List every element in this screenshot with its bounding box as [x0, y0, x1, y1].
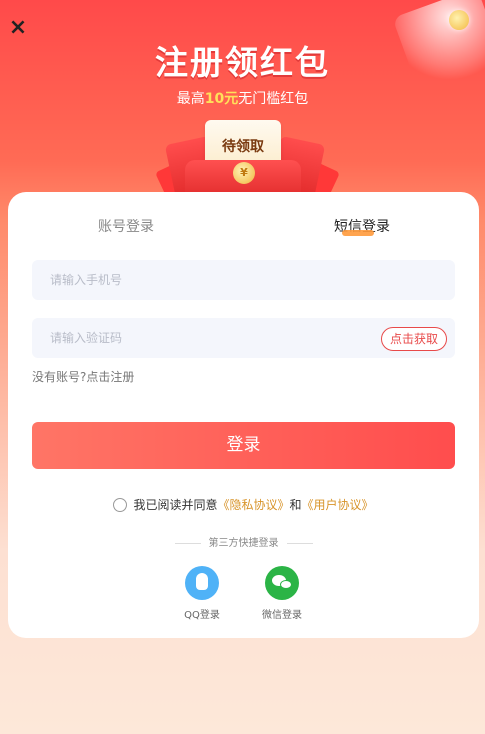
wechat-icon[interactable]: [265, 566, 299, 600]
subtitle-suffix: 无门槛红包: [238, 91, 309, 107]
register-link[interactable]: 没有账号?点击注册: [32, 368, 134, 385]
phone-input[interactable]: [32, 260, 455, 300]
active-tab-indicator: [342, 230, 374, 236]
phone-field[interactable]: [32, 260, 455, 300]
agree-checkbox[interactable]: [113, 498, 128, 512]
page-title: 注册领红包: [155, 43, 330, 82]
user-agreement-link[interactable]: 《用户协议》: [302, 498, 374, 512]
code-field[interactable]: 点击获取: [32, 318, 455, 358]
third-party-divider: 第三方快捷登录: [8, 534, 479, 549]
login-button[interactable]: 登录: [32, 422, 455, 469]
login-card: 账号登录 短信登录 点击获取 没有账号?点击注册 登录 我已阅读并同意《隐私协议…: [8, 192, 479, 638]
qq-login-button[interactable]: QQ登录: [172, 566, 232, 621]
agreement-and: 和: [289, 498, 302, 512]
login-tabs: 账号登录 短信登录: [8, 216, 479, 242]
coin-icon: [449, 10, 469, 30]
yuan-coin-icon: ¥: [233, 162, 255, 184]
third-party-title: 第三方快捷登录: [208, 538, 279, 549]
qq-login-label: QQ登录: [184, 610, 220, 621]
packet-status-label: 待领取: [222, 139, 264, 155]
subtitle-prefix: 最高: [176, 91, 205, 107]
get-code-button[interactable]: 点击获取: [380, 327, 447, 351]
agreement-prefix: 我已阅读并同意: [133, 498, 218, 512]
agreement-row: 我已阅读并同意《隐私协议》和《用户协议》: [8, 496, 479, 513]
hero-subtitle: 最高10元无门槛红包: [0, 88, 485, 108]
qq-icon[interactable]: [185, 566, 219, 600]
wechat-login-label: 微信登录: [262, 610, 302, 621]
subtitle-amount: 10元: [204, 91, 239, 107]
privacy-policy-link[interactable]: 《隐私协议》: [217, 498, 289, 512]
divider-line-right: [286, 542, 313, 544]
close-icon[interactable]: ×: [8, 17, 28, 39]
wechat-login-button[interactable]: 微信登录: [252, 566, 312, 621]
tab-account-login[interactable]: 账号登录: [98, 216, 154, 236]
divider-line-left: [174, 542, 201, 544]
